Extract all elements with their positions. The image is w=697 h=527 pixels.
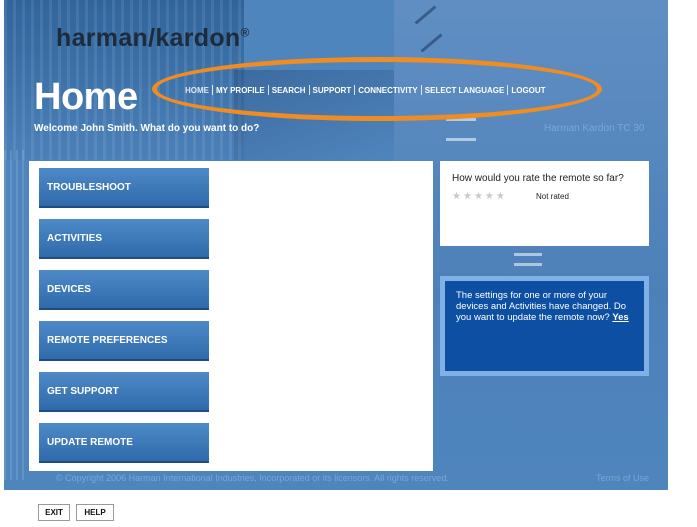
star-icon[interactable]: ★ [463,191,472,202]
activities-button[interactable]: ACTIVITIES [39,219,209,259]
troubleshoot-button[interactable]: TROUBLESHOOT [39,168,209,208]
star-icon[interactable]: ★ [496,191,505,202]
rating-question: How would you rate the remote so far? [452,173,624,184]
brand-logo: harman/kardon® [56,24,250,53]
star-icon[interactable]: ★ [452,191,461,202]
get-support-button[interactable]: GET SUPPORT [39,372,209,412]
star-rating: ★ ★ ★ ★ ★ [452,191,507,202]
update-notice-message: The settings for one or more of your dev… [456,290,627,323]
star-icon[interactable]: ★ [474,191,483,202]
page-title: Home [34,76,138,118]
copyright-text: © Copyright 2006 Harman International In… [56,473,449,483]
update-notice: The settings for one or more of your dev… [440,276,649,376]
welcome-message: Welcome John Smith. What do you want to … [34,123,260,134]
remote-preferences-button[interactable]: REMOTE PREFERENCES [39,321,209,361]
brand-name: harman/kardon [56,24,241,52]
rating-panel: How would you rate the remote so far? ★ … [440,161,649,246]
update-yes-link[interactable]: Yes [612,312,628,323]
product-model: Harman Kardon TC 30 [544,123,645,134]
exit-button[interactable]: EXIT [38,504,70,521]
rating-status: Not rated [536,192,569,201]
star-icon[interactable]: ★ [485,191,494,202]
update-notice-text: The settings for one or more of your dev… [456,290,636,323]
terms-of-use-link[interactable]: Terms of Use [596,473,649,483]
devices-button[interactable]: DEVICES [39,270,209,310]
nav-highlight-annotation [152,57,602,121]
main-menu-panel: TROUBLESHOOT ACTIVITIES DEVICES REMOTE P… [29,161,433,471]
left-background-decoration [4,150,24,480]
update-remote-button[interactable]: UPDATE REMOTE [39,423,209,463]
registered-mark: ® [240,25,250,40]
help-button[interactable]: HELP [76,504,114,521]
app-window: harman/kardon® Home Welcome John Smith. … [4,0,668,490]
